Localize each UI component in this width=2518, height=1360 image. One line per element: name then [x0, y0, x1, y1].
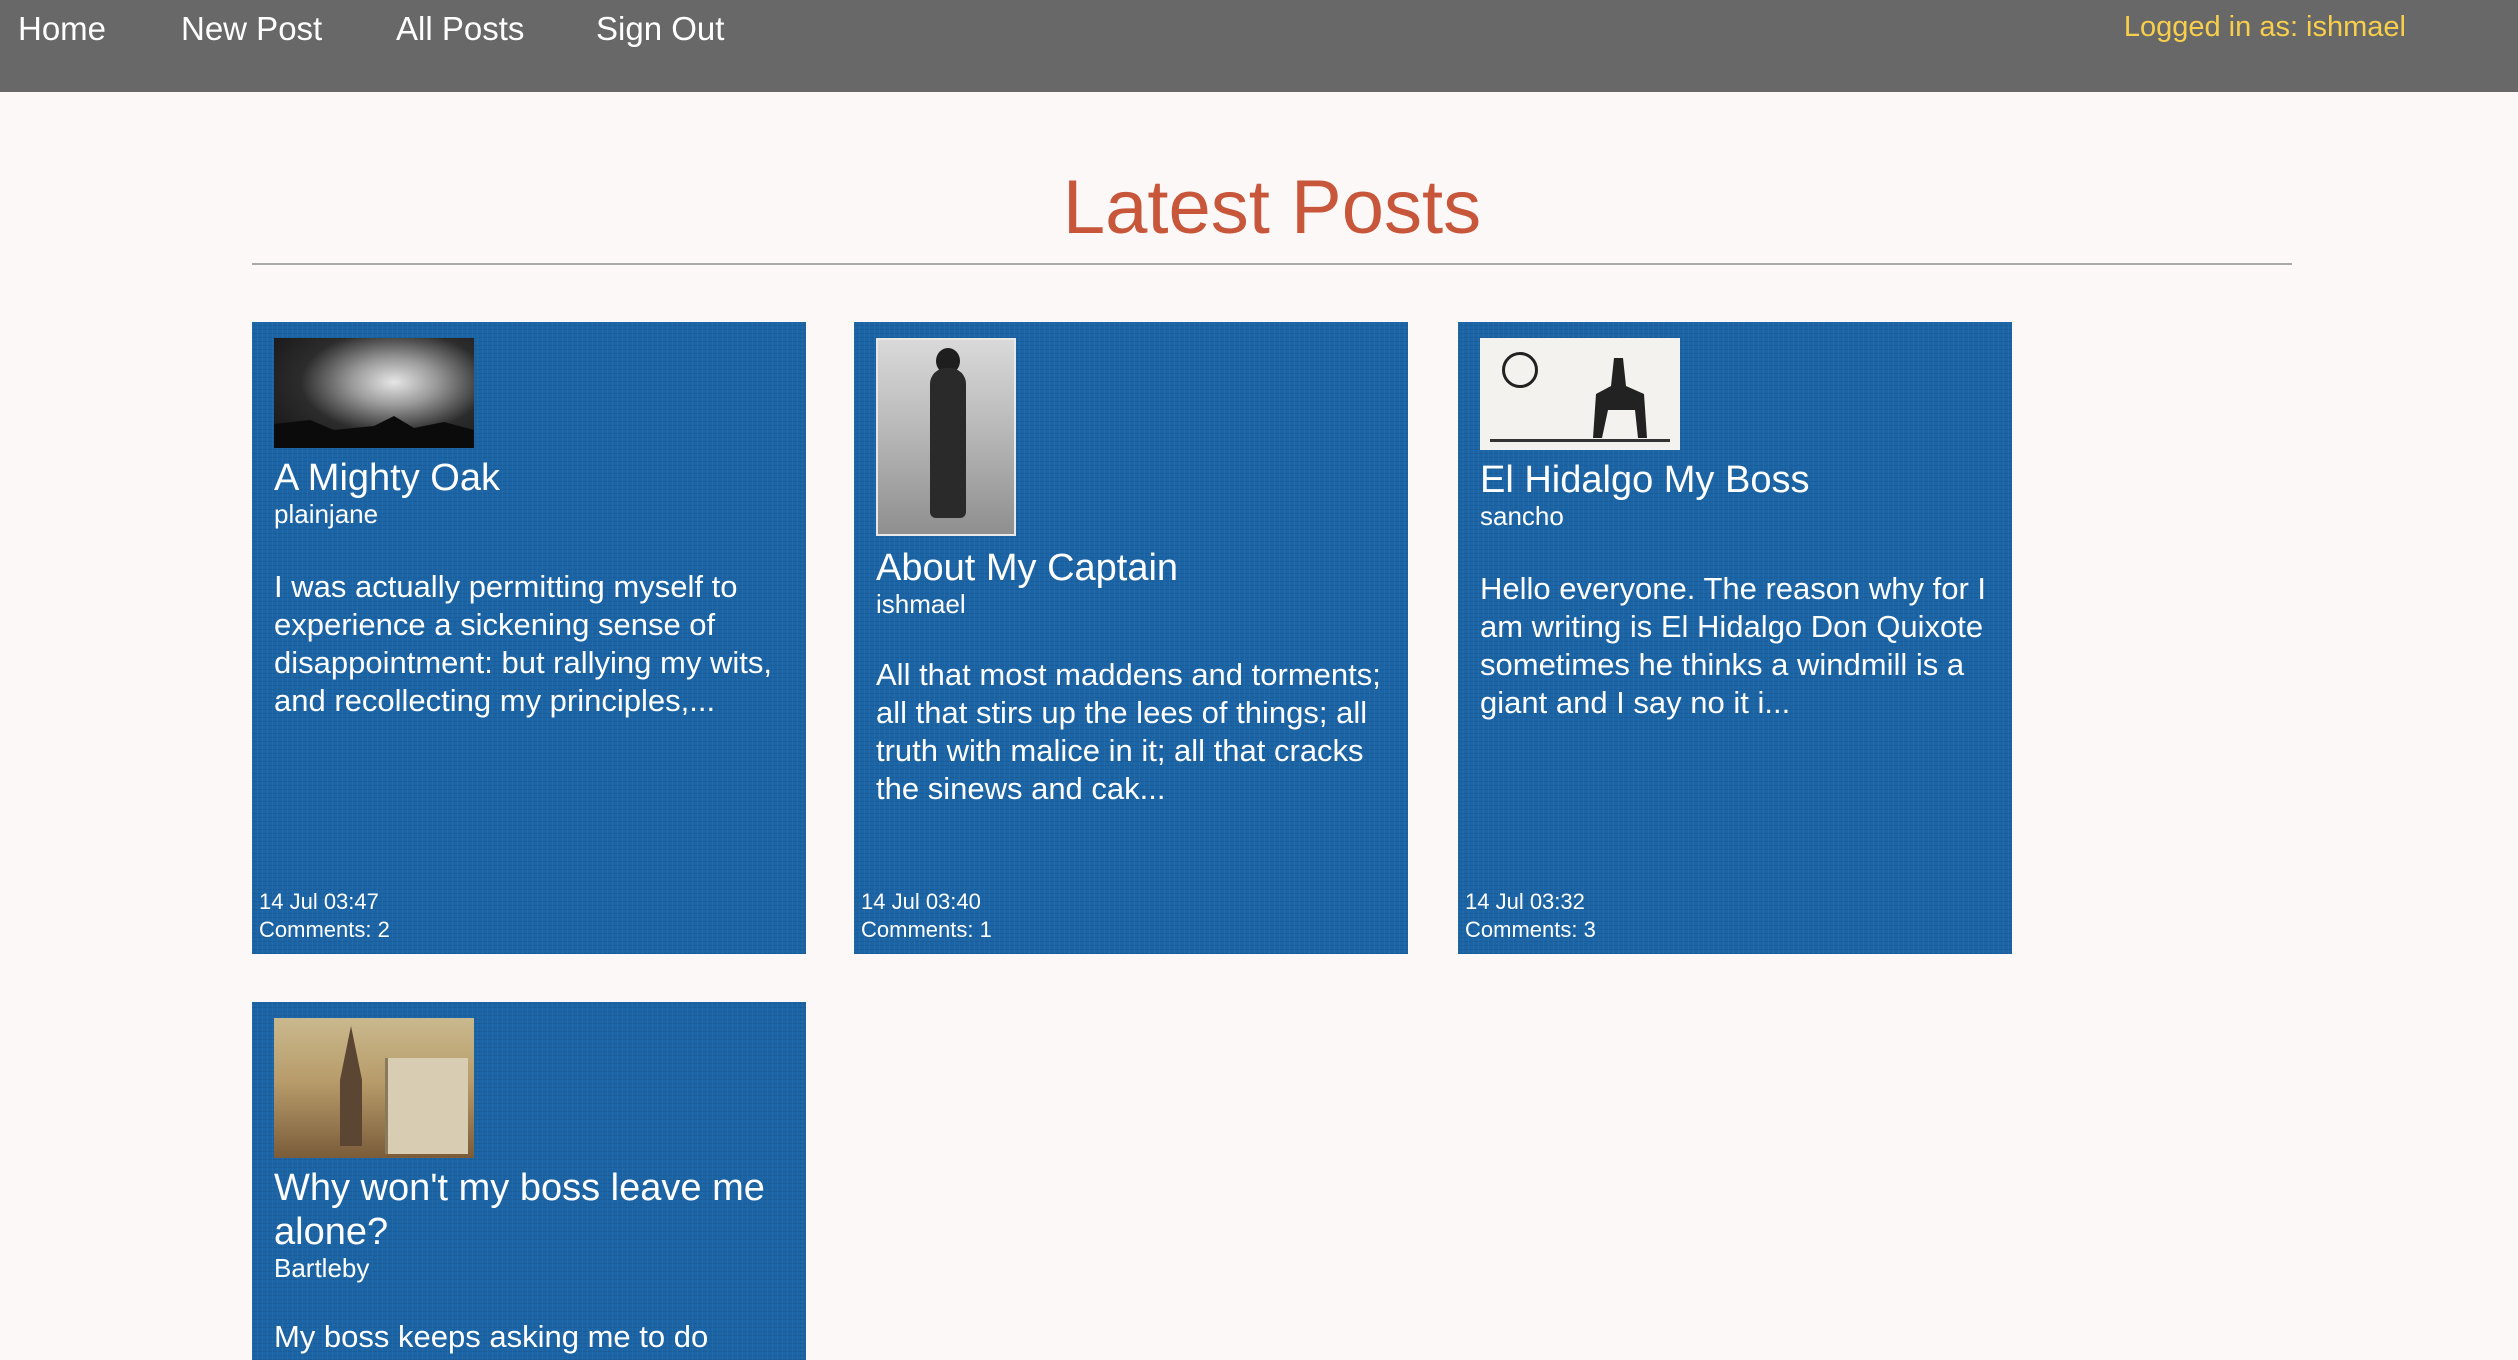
post-thumbnail-image[interactable]: [274, 1018, 474, 1158]
login-status: Logged in as: ishmael: [2123, 11, 2406, 43]
nav-home-link[interactable]: Home: [18, 8, 106, 50]
post-excerpt: I was actually permitting myself to expe…: [274, 569, 772, 718]
post-date: 14 Jul 03:47: [259, 889, 379, 914]
post-author: plainjane: [274, 499, 379, 529]
post-excerpt: Hello everyone. The reason why for I am …: [1480, 571, 1987, 720]
thumbnail-figure-body: [930, 368, 966, 518]
post-title[interactable]: About My Captain: [876, 546, 1396, 590]
post-author: sancho: [1480, 501, 1564, 531]
nav-sign-out-link[interactable]: Sign Out: [596, 8, 724, 50]
page-title: Latest Posts: [1062, 165, 1482, 250]
post-comment-count: Comments: 1: [861, 917, 992, 942]
post-comment-count: Comments: 2: [259, 917, 390, 942]
post-card[interactable]: Why won't my boss leave me alone? Bartle…: [252, 1002, 806, 1360]
thumbnail-silhouette: [274, 416, 474, 448]
thumbnail-ground: [1490, 439, 1670, 442]
thumbnail-building: [385, 1058, 468, 1154]
nav-all-posts-link[interactable]: All Posts: [396, 8, 524, 50]
post-thumbnail-image[interactable]: [274, 338, 474, 448]
post-title[interactable]: El Hidalgo My Boss: [1480, 458, 2000, 502]
post-author: ishmael: [876, 589, 966, 619]
post-title[interactable]: A Mighty Oak: [274, 456, 794, 500]
thumbnail-rider: [1593, 358, 1647, 438]
post-card[interactable]: El Hidalgo My Boss sancho Hello everyone…: [1458, 322, 2012, 954]
post-card[interactable]: A Mighty Oak plainjane I was actually pe…: [252, 322, 806, 954]
post-title[interactable]: Why won't my boss leave me alone?: [274, 1166, 794, 1254]
title-divider: [252, 263, 2292, 265]
post-excerpt: All that most maddens and torments; all …: [876, 657, 1381, 806]
post-date: 14 Jul 03:32: [1465, 889, 1585, 914]
post-date: 14 Jul 03:40: [861, 889, 981, 914]
top-navbar: Home New Post All Posts Sign Out Logged …: [0, 0, 2518, 92]
post-thumbnail-image[interactable]: [1480, 338, 1680, 450]
post-author: Bartleby: [274, 1253, 370, 1283]
post-comment-count: Comments: 3: [1465, 917, 1596, 942]
thumbnail-sun: [1502, 352, 1538, 388]
post-thumbnail-image[interactable]: [876, 338, 1016, 536]
thumbnail-church-spire: [340, 1026, 362, 1146]
post-card[interactable]: About My Captain ishmael All that most m…: [854, 322, 1408, 954]
nav-new-post-link[interactable]: New Post: [181, 8, 322, 50]
post-excerpt: My boss keeps asking me to do: [274, 1319, 709, 1354]
